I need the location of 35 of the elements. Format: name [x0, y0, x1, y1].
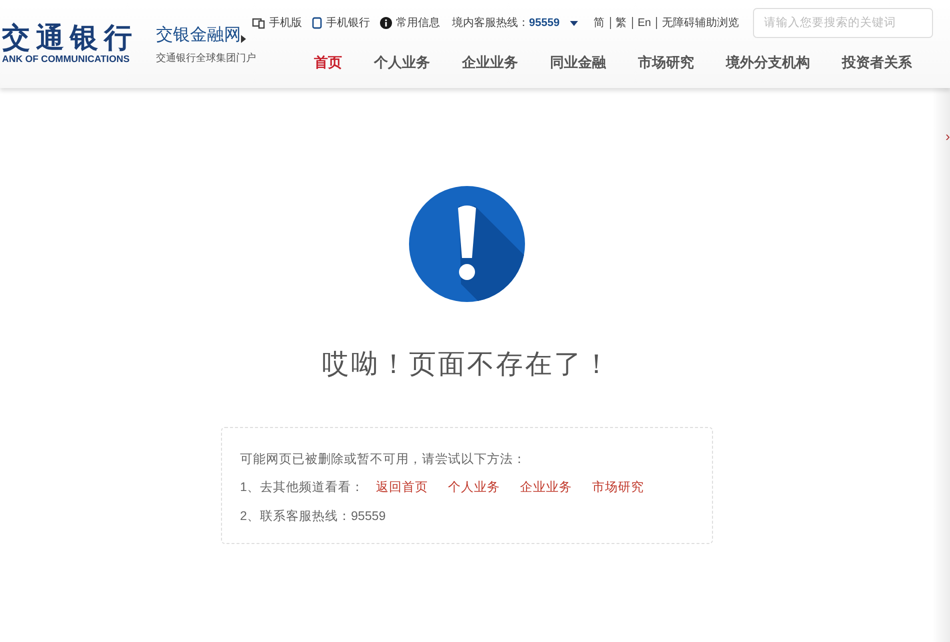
channel-link[interactable]: 市场研究 — [592, 478, 644, 497]
nav-tab[interactable]: 投资者关系 — [842, 52, 912, 73]
top-link[interactable]: 手机版 — [252, 14, 302, 32]
portal-subtitle: 交通银行全球集团门户 — [156, 52, 256, 66]
contact-text: 2、联系客服热线：95559 — [240, 508, 387, 525]
channels-label: 1、去其他频道看看： — [240, 479, 364, 496]
channel-link[interactable]: 企业业务 — [520, 478, 572, 497]
nav-tab[interactable]: 企业业务 — [462, 52, 518, 73]
dropdown-icon[interactable] — [570, 20, 578, 26]
language-link[interactable]: En — [638, 14, 652, 32]
nav-tab[interactable]: 境外分支机构 — [726, 52, 810, 73]
nav-tab[interactable]: 首页 — [314, 52, 342, 73]
nav-tab[interactable]: 同业金融 — [550, 52, 606, 73]
language-link[interactable]: 简 — [594, 14, 605, 32]
top-link[interactable]: 手机银行 — [312, 14, 370, 32]
logo-subtitle: ANK OF COMMUNICATIONS — [2, 53, 131, 67]
channel-link[interactable]: 返回首页 — [376, 478, 428, 497]
info-icon — [380, 17, 392, 29]
nav-tab[interactable]: 个人业务 — [374, 52, 430, 73]
language-link[interactable]: 繁 — [616, 14, 627, 32]
search-field[interactable]: 请输入您要搜索的关键词 — [753, 8, 934, 38]
error-title: 哎呦！页面不存在了！ — [322, 348, 612, 381]
language-link[interactable]: 无障碍辅助浏览 — [662, 14, 740, 32]
hotline-label: 境内客服热线：95559 — [452, 16, 560, 31]
top-link[interactable]: 常用信息 — [380, 14, 440, 32]
panel-toggle[interactable]: › — [945, 128, 950, 144]
channel-link[interactable]: 个人业务 — [448, 478, 500, 497]
nav-tab[interactable]: 市场研究 — [638, 52, 694, 73]
logo-title[interactable]: 交通银行 — [2, 22, 148, 54]
help-intro: 可能网页已被删除或暂不可用，请尝试以下方法： — [240, 450, 527, 468]
caret-icon — [241, 34, 246, 43]
warning-icon — [409, 186, 525, 302]
devices-icon — [252, 18, 265, 28]
portal-title[interactable]: 交银金融网 — [156, 22, 241, 48]
tablet-icon — [312, 17, 322, 29]
